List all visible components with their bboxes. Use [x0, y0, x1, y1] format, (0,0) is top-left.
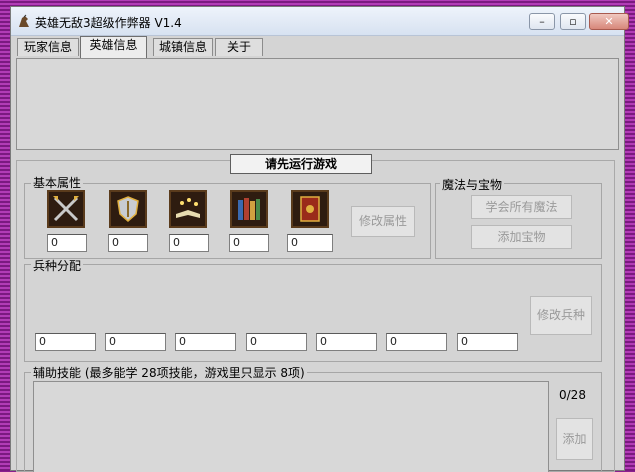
knowledge-field[interactable]: 0	[229, 234, 269, 252]
basic-attributes-title: 基本属性	[31, 176, 84, 190]
hero-list-panel[interactable]	[16, 58, 619, 150]
tab-town-info[interactable]: 城镇信息	[153, 38, 213, 56]
spellbook-icon	[291, 190, 329, 228]
troop-slot-2[interactable]: 0	[105, 333, 166, 351]
defense-shield-icon	[109, 190, 147, 228]
tab-player-info[interactable]: 玩家信息	[17, 38, 79, 56]
app-knight-icon	[19, 14, 29, 27]
attack-field[interactable]: 0	[47, 234, 87, 252]
skills-list[interactable]	[33, 381, 549, 472]
skills-counter: 0/28	[559, 388, 586, 402]
modify-troops-button[interactable]: 修改兵种	[530, 296, 592, 335]
troop-slot-1[interactable]: 0	[35, 333, 96, 351]
spellpower-book-icon	[169, 190, 207, 228]
troop-slot-5[interactable]: 0	[316, 333, 377, 351]
troops-title: 兵种分配	[31, 259, 84, 273]
tab-about[interactable]: 关于	[215, 38, 263, 56]
close-button[interactable]: ✕	[589, 13, 629, 30]
add-skill-button[interactable]: 添加	[556, 418, 593, 460]
attack-swords-icon	[47, 190, 85, 228]
maximize-icon: ▫	[569, 15, 577, 28]
magic-treasure-title: 魔法与宝物	[440, 178, 505, 192]
tab-hero-info[interactable]: 英雄信息	[80, 36, 147, 58]
window-title: 英雄无敌3超级作弊器 V1.4	[35, 16, 182, 30]
add-treasure-button[interactable]: 添加宝物	[471, 225, 572, 249]
defense-field[interactable]: 0	[108, 234, 148, 252]
minimize-icon: –	[539, 15, 545, 28]
close-icon: ✕	[604, 15, 614, 28]
spellpower-field[interactable]: 0	[169, 234, 209, 252]
troop-slot-6[interactable]: 0	[386, 333, 447, 351]
learn-all-magic-button[interactable]: 学会所有魔法	[471, 195, 572, 219]
minimize-button[interactable]: –	[529, 13, 555, 30]
title-bar[interactable]: 英雄无敌3超级作弊器 V1.4 – ▫ ✕	[11, 7, 629, 36]
app-window: 英雄无敌3超级作弊器 V1.4 – ▫ ✕ 玩家信息 英雄信息 城镇信息 关于 …	[10, 6, 629, 472]
maximize-button[interactable]: ▫	[560, 13, 586, 30]
modify-attributes-button[interactable]: 修改属性	[351, 206, 415, 237]
status-label: 请先运行游戏	[230, 154, 372, 174]
troop-slot-7[interactable]: 0	[457, 333, 518, 351]
troop-slot-4[interactable]: 0	[246, 333, 307, 351]
troop-slot-3[interactable]: 0	[175, 333, 236, 351]
skills-title: 辅助技能 (最多能学 28项技能，游戏里只显示 8项)	[31, 366, 307, 380]
mana-field[interactable]: 0	[287, 234, 333, 252]
knowledge-books-icon	[230, 190, 268, 228]
